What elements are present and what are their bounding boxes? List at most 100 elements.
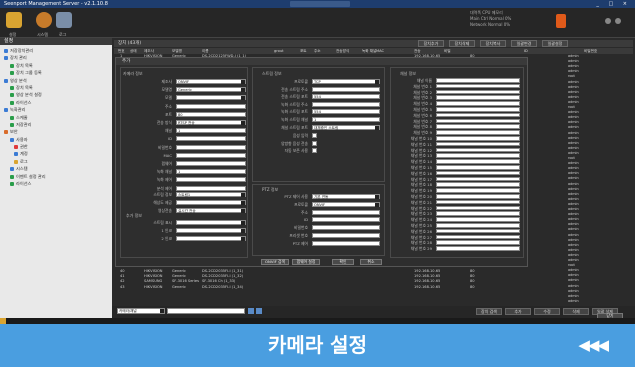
field-input[interactable] <box>312 209 380 215</box>
top-button[interactable]: 장치복사 <box>480 40 506 47</box>
checkbox[interactable] <box>312 140 317 146</box>
field-input[interactable]: 1 <box>176 169 246 175</box>
field-input[interactable] <box>436 101 520 106</box>
field-input[interactable] <box>436 246 520 251</box>
dropdown[interactable] <box>176 220 246 225</box>
field-input[interactable] <box>312 233 380 238</box>
window-controls[interactable]: _ □ × <box>596 0 631 8</box>
field-input[interactable] <box>436 199 520 205</box>
sidebar-item[interactable]: 이벤트 설정 관리 <box>0 173 112 180</box>
field-input[interactable] <box>436 159 520 164</box>
field-input[interactable] <box>436 234 520 240</box>
gear-icon[interactable] <box>605 18 611 24</box>
top-button[interactable]: 장치삭제 <box>449 40 475 47</box>
dropdown[interactable]: 실시간 전송 <box>176 208 246 214</box>
field-input[interactable] <box>436 153 520 158</box>
dropdown[interactable] <box>176 235 246 241</box>
field-input[interactable]: RTSP 전송 <box>176 120 246 125</box>
checkbox[interactable] <box>312 133 317 138</box>
dialog-button[interactable]: 펌웨어 설정 <box>292 259 320 265</box>
field-input[interactable] <box>436 182 520 187</box>
field-input[interactable]: 대체중인 스트림 <box>312 124 380 130</box>
field-input[interactable]: TCP <box>312 79 380 84</box>
refresh-icon[interactable] <box>256 308 262 314</box>
search-icon[interactable] <box>248 308 254 314</box>
dropdown[interactable] <box>176 227 246 233</box>
field-input[interactable] <box>176 152 246 158</box>
field-input[interactable] <box>436 118 520 124</box>
field-input[interactable] <box>436 136 520 141</box>
field-input[interactable] <box>436 205 520 211</box>
field-input[interactable] <box>436 228 520 234</box>
search-input[interactable] <box>167 308 245 314</box>
sidebar-item[interactable]: 저장관리 <box>0 121 112 128</box>
field-input[interactable] <box>436 78 520 83</box>
sidebar-item[interactable]: 보안 <box>0 128 112 135</box>
field-input[interactable] <box>436 240 520 245</box>
field-input[interactable] <box>312 225 380 231</box>
dialog-button[interactable]: 확인 <box>332 259 354 265</box>
table-row[interactable]: 40 HIKVISION Generic DS-2CD2035FI-I (1_31) 1… <box>114 269 633 274</box>
bottom-button[interactable]: 삭제 <box>563 308 589 315</box>
dialog-button[interactable]: 취소 <box>360 259 382 265</box>
sidebar-item[interactable]: 권한 <box>0 143 112 150</box>
field-input[interactable]: ONVIF <box>312 201 380 207</box>
sidebar-item[interactable]: 장치 목록 <box>0 84 112 91</box>
filter-select[interactable]: 카메라/채널 <box>117 308 165 314</box>
system-icon[interactable] <box>36 12 52 28</box>
field-input[interactable] <box>436 176 520 182</box>
bottom-button[interactable]: 장치 검색 <box>476 308 502 315</box>
field-input[interactable] <box>436 95 520 100</box>
log-icon[interactable] <box>56 12 72 28</box>
sidebar-item[interactable]: 저장장치관리 <box>0 47 112 54</box>
field-input[interactable] <box>176 177 246 183</box>
field-input[interactable] <box>312 217 380 223</box>
sidebar-item[interactable]: 영상 분석 설정 <box>0 91 112 98</box>
bottom-button[interactable]: 추가 <box>505 308 531 315</box>
field-input[interactable] <box>436 107 520 112</box>
top-button[interactable]: 일괄설정 <box>542 40 568 47</box>
field-input[interactable]: Generic <box>176 87 246 93</box>
field-input[interactable] <box>436 223 520 228</box>
field-input[interactable] <box>312 86 380 92</box>
sidebar-item[interactable]: 라이선스 <box>0 99 112 106</box>
field-input[interactable]: 554 <box>312 94 380 100</box>
field-input[interactable] <box>436 89 520 95</box>
sidebar-item[interactable]: 로그 <box>0 158 112 165</box>
sidebar-item[interactable]: 계정 <box>0 150 112 157</box>
sidebar-item[interactable]: 장치 그룹 등록 <box>0 69 112 76</box>
field-input[interactable]: ONVIF <box>176 79 246 84</box>
field-input[interactable] <box>436 170 520 176</box>
field-input[interactable] <box>436 83 520 89</box>
field-input[interactable] <box>312 240 380 246</box>
sidebar-item[interactable]: 장치 관리 <box>0 54 112 61</box>
field-input[interactable]: 80 <box>176 111 246 117</box>
field-input[interactable]: 1 <box>176 128 246 134</box>
settings-icon[interactable] <box>6 12 22 28</box>
field-input[interactable]: 554 <box>312 109 380 115</box>
field-input[interactable] <box>436 165 520 170</box>
sidebar-item[interactable]: 장치 목록 <box>0 62 112 69</box>
dropdown[interactable] <box>176 200 246 205</box>
field-input[interactable] <box>436 188 520 193</box>
sidebar-item[interactable]: 영상 분석 <box>0 77 112 84</box>
field-input[interactable]: 기본 연동 <box>312 194 380 199</box>
field-input[interactable] <box>436 141 520 147</box>
sidebar-item[interactable]: 라이선스 <box>0 180 112 187</box>
field-input[interactable] <box>436 217 520 222</box>
field-input[interactable] <box>436 211 520 216</box>
top-button[interactable]: 일괄변경 <box>511 40 537 47</box>
top-button[interactable]: 장치추가 <box>418 40 444 47</box>
field-input[interactable] <box>436 112 520 118</box>
field-input[interactable] <box>312 101 380 107</box>
sidebar-item[interactable]: 스케줄 <box>0 114 112 121</box>
info-icon[interactable] <box>615 18 621 24</box>
alert-icon[interactable] <box>556 14 566 28</box>
field-input[interactable] <box>176 185 246 191</box>
field-input[interactable] <box>436 124 520 129</box>
dropdown[interactable]: 스트림1 <box>176 191 246 197</box>
field-input[interactable] <box>176 161 246 166</box>
field-input[interactable] <box>436 194 520 199</box>
dialog-button[interactable]: ONVIF 검색 <box>261 259 289 265</box>
field-input[interactable] <box>176 95 246 101</box>
